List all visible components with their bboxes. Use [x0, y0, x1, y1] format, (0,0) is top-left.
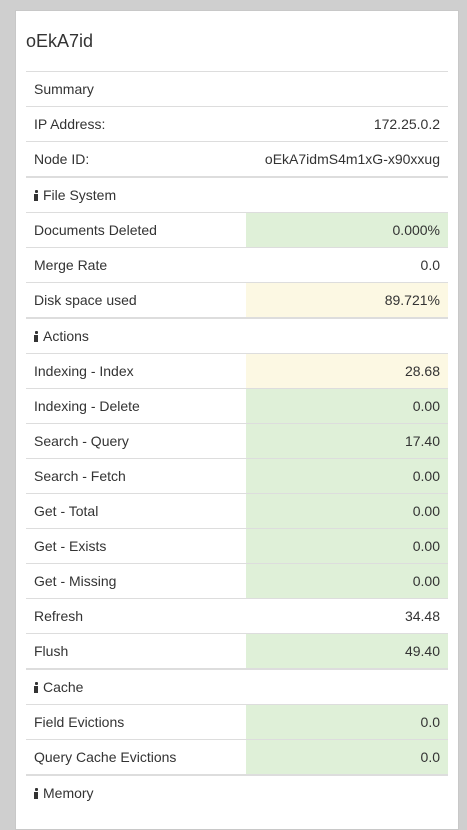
get-total-label: Get - Total [26, 493, 246, 529]
ip-address-label: IP Address: [26, 106, 246, 142]
node-id-label: Node ID: [26, 141, 246, 177]
file-system-header: File System [43, 186, 117, 203]
ip-address-value: 172.25.0.2 [246, 106, 448, 142]
table-row: Query Cache Evictions 0.0 [26, 739, 448, 775]
search-query-value: 17.40 [246, 423, 448, 459]
search-fetch-label: Search - Fetch [26, 458, 246, 494]
documents-deleted-value: 0.000% [246, 212, 448, 248]
field-evictions-label: Field Evictions [26, 704, 246, 740]
node-stats-table: Summary IP Address: 172.25.0.2 Node ID: … [26, 71, 448, 811]
table-row: Indexing - Delete 0.00 [26, 388, 448, 424]
get-exists-label: Get - Exists [26, 528, 246, 564]
node-title: oEkA7id [26, 31, 94, 51]
indexing-index-value: 28.68 [246, 353, 448, 389]
info-icon [34, 189, 38, 201]
info-icon [34, 788, 38, 799]
query-cache-evictions-value: 0.0 [246, 739, 448, 775]
disk-space-used-label: Disk space used [26, 282, 246, 318]
table-row: Merge Rate 0.0 [26, 247, 448, 283]
flush-label: Flush [26, 633, 246, 669]
table-row: Field Evictions 0.0 [26, 704, 448, 740]
actions-header-row: Actions [26, 316, 448, 354]
node-stats-panel: oEkA7id Summary IP Address: 172.25.0.2 N… [15, 10, 459, 830]
table-row: Indexing - Index 28.68 [26, 353, 448, 389]
merge-rate-label: Merge Rate [26, 247, 246, 283]
merge-rate-value: 0.0 [246, 247, 448, 283]
field-evictions-value: 0.0 [246, 704, 448, 740]
table-row: Get - Missing 0.00 [26, 563, 448, 599]
table-row: Node ID: oEkA7idmS4m1xG-x90xxug [26, 141, 448, 177]
table-row: Search - Query 17.40 [26, 423, 448, 459]
flush-value: 49.40 [246, 633, 448, 669]
table-row: Flush 49.40 [26, 633, 448, 669]
documents-deleted-label: Documents Deleted [26, 212, 246, 248]
info-icon [34, 681, 38, 693]
table-row: Refresh 34.48 [26, 598, 448, 634]
memory-header-row: Memory [26, 773, 448, 811]
get-exists-value: 0.00 [246, 528, 448, 564]
cache-header-row: Cache [26, 667, 448, 705]
indexing-delete-label: Indexing - Delete [26, 388, 246, 424]
actions-header: Actions [43, 327, 89, 344]
memory-header: Memory [43, 785, 94, 801]
indexing-delete-value: 0.00 [246, 388, 448, 424]
table-row: Get - Exists 0.00 [26, 528, 448, 564]
search-fetch-value: 0.00 [246, 458, 448, 494]
refresh-label: Refresh [26, 598, 246, 634]
file-system-header-row: File System [26, 175, 448, 213]
table-row: Disk space used 89.721% [26, 282, 448, 318]
info-icon [34, 330, 38, 342]
table-row: Documents Deleted 0.000% [26, 212, 448, 248]
search-query-label: Search - Query [26, 423, 246, 459]
indexing-index-label: Indexing - Index [26, 353, 246, 389]
table-row: IP Address: 172.25.0.2 [26, 106, 448, 142]
summary-header: Summary [26, 71, 448, 107]
get-missing-value: 0.00 [246, 563, 448, 599]
cache-header: Cache [43, 678, 84, 695]
table-row: Get - Total 0.00 [26, 493, 448, 529]
summary-header-row: Summary [26, 71, 448, 107]
get-missing-label: Get - Missing [26, 563, 246, 599]
query-cache-evictions-label: Query Cache Evictions [26, 739, 246, 775]
get-total-value: 0.00 [246, 493, 448, 529]
node-id-value: oEkA7idmS4m1xG-x90xxug [246, 141, 448, 177]
disk-space-used-value: 89.721% [246, 282, 448, 318]
refresh-value: 34.48 [246, 598, 448, 634]
table-row: Search - Fetch 0.00 [26, 458, 448, 494]
